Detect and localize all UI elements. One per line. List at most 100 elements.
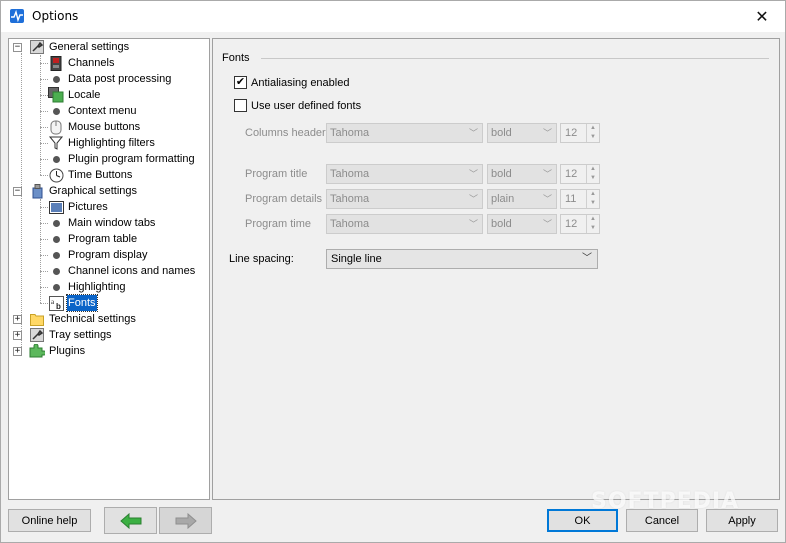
program-time-family-select[interactable]: Tahoma ﹀: [326, 214, 483, 234]
online-help-button[interactable]: Online help: [8, 509, 91, 532]
tree-item-label: Highlighting: [68, 281, 126, 293]
tree-item-label: Data post processing: [68, 73, 172, 85]
close-button[interactable]: ✕: [739, 1, 785, 32]
tree-item-label: Plugin program formatting: [68, 153, 195, 165]
chevron-down-icon: ﹀: [468, 128, 478, 138]
tree-item-time-buttons[interactable]: Time Buttons: [48, 167, 133, 183]
select-value: Tahoma: [330, 168, 370, 180]
dot-icon: [48, 71, 64, 87]
tree-item-label: Channels: [68, 57, 115, 69]
tree-item-data-post-processing[interactable]: Data post processing: [48, 71, 172, 87]
font-icon: ab: [48, 295, 64, 311]
program-details-style-select[interactable]: plain ﹀: [487, 189, 557, 209]
line-spacing-select[interactable]: Single line ﹀: [326, 249, 598, 269]
tree-item-label: Locale: [68, 89, 101, 101]
tree-item-program-table[interactable]: Program table: [48, 231, 138, 247]
select-value: bold: [491, 168, 512, 180]
program-title-size-stepper[interactable]: 12 ▲ ▼: [560, 164, 600, 184]
stepper-arrows[interactable]: ▲ ▼: [586, 124, 599, 142]
locale-icon: [48, 87, 64, 103]
filter-icon: [48, 135, 64, 151]
antialiasing-checkbox[interactable]: ✔: [234, 76, 247, 89]
tree-item-label: Channel icons and names: [68, 265, 196, 277]
folder-icon: [29, 311, 45, 327]
tree-item-plugins[interactable]: Plugins: [29, 343, 86, 359]
watermark-text: SOFTPEDIA: [591, 489, 740, 514]
stepper-arrows[interactable]: ▲ ▼: [586, 190, 599, 208]
program-details-family-select[interactable]: Tahoma ﹀: [326, 189, 483, 209]
line-spacing-label: Line spacing:: [229, 253, 294, 265]
antialiasing-label: Antialiasing enabled: [251, 76, 350, 89]
tree-item-fonts[interactable]: ab Fonts: [48, 294, 98, 312]
columns-header-family-select[interactable]: Tahoma ﹀: [326, 123, 483, 143]
tree-item-label: Mouse buttons: [68, 121, 141, 133]
wrench-icon: [29, 39, 45, 55]
options-window: Options ✕ − − + + + General settings Cha…: [0, 0, 786, 543]
chevron-down-icon: ﹀: [542, 219, 552, 229]
tree-item-technical-settings[interactable]: Technical settings: [29, 311, 137, 327]
tree-item-plugin-program-formatting[interactable]: Plugin program formatting: [48, 151, 196, 167]
stepper-value: 12: [565, 127, 578, 139]
back-button[interactable]: [104, 507, 157, 534]
app-icon: [10, 9, 24, 23]
button-label: Cancel: [644, 514, 680, 527]
forward-button[interactable]: [159, 507, 212, 534]
picture-icon: [48, 199, 64, 215]
program-time-style-select[interactable]: bold ﹀: [487, 214, 557, 234]
columns-header-style-select[interactable]: bold ﹀: [487, 123, 557, 143]
tree-item-channel-icons-and-names[interactable]: Channel icons and names: [48, 263, 196, 279]
tree-item-pictures[interactable]: Pictures: [48, 199, 109, 215]
tree-item-context-menu[interactable]: Context menu: [48, 103, 137, 119]
program-title-style-select[interactable]: bold ﹀: [487, 164, 557, 184]
columns-header-size-stepper[interactable]: 12 ▲ ▼: [560, 123, 600, 143]
stepper-arrows[interactable]: ▲ ▼: [586, 215, 599, 233]
wrench-icon: [29, 327, 45, 343]
tree-item-label: Fonts: [66, 294, 98, 312]
expand-tray-toggle[interactable]: +: [13, 331, 22, 340]
select-value: Tahoma: [330, 218, 370, 230]
stepper-arrows[interactable]: ▲ ▼: [586, 165, 599, 183]
dot-icon: [48, 247, 64, 263]
section-divider: [261, 58, 769, 59]
select-value: bold: [491, 218, 512, 230]
mouse-icon: [48, 119, 64, 135]
tree-item-graphical-settings[interactable]: Graphical settings: [29, 183, 138, 199]
select-value: Single line: [331, 253, 382, 265]
settings-tree[interactable]: − − + + + General settings Channels Data…: [8, 38, 210, 500]
tree-item-highlighting[interactable]: Highlighting: [48, 279, 126, 295]
tree-item-mouse-buttons[interactable]: Mouse buttons: [48, 119, 141, 135]
expand-plugins-toggle[interactable]: +: [13, 347, 22, 356]
tree-item-locale[interactable]: Locale: [48, 87, 101, 103]
user-fonts-checkbox-row[interactable]: Use user defined fonts: [234, 99, 361, 112]
chevron-down-icon: ﹀: [542, 194, 552, 204]
program-time-label: Program time: [245, 218, 312, 230]
tree-item-tray-settings[interactable]: Tray settings: [29, 327, 113, 343]
tree-item-label: Highlighting filters: [68, 137, 155, 149]
program-details-size-stepper[interactable]: 11 ▲ ▼: [560, 189, 600, 209]
tree-item-program-display[interactable]: Program display: [48, 247, 148, 263]
program-time-size-stepper[interactable]: 12 ▲ ▼: [560, 214, 600, 234]
chevron-down-icon: ﹀: [468, 219, 478, 229]
antialiasing-checkbox-row[interactable]: ✔ Antialiasing enabled: [234, 76, 349, 89]
button-label: OK: [574, 514, 591, 527]
tree-item-general-settings[interactable]: General settings: [29, 39, 130, 55]
user-fonts-checkbox[interactable]: [234, 99, 247, 112]
tree-item-label: Main window tabs: [68, 217, 156, 229]
expand-technical-toggle[interactable]: +: [13, 315, 22, 324]
tree-item-channels[interactable]: Channels: [48, 55, 115, 71]
collapse-graphical-toggle[interactable]: −: [13, 187, 22, 196]
collapse-general-toggle[interactable]: −: [13, 43, 22, 52]
tree-item-label: Tray settings: [49, 329, 112, 341]
tree-item-label: Program display: [68, 249, 148, 261]
select-value: bold: [491, 127, 512, 139]
clock-icon: [48, 167, 64, 183]
dot-icon: [48, 151, 64, 167]
tree-item-highlighting-filters[interactable]: Highlighting filters: [48, 135, 156, 151]
fonts-settings-panel: Fonts ✔ Antialiasing enabled Use user de…: [212, 38, 780, 500]
select-value: plain: [491, 193, 515, 205]
chevron-down-icon: ﹀: [582, 253, 592, 264]
columns-header-label: Columns header: [245, 127, 326, 139]
program-details-label: Program details: [245, 193, 323, 205]
program-title-family-select[interactable]: Tahoma ﹀: [326, 164, 483, 184]
tree-item-main-window-tabs[interactable]: Main window tabs: [48, 215, 156, 231]
